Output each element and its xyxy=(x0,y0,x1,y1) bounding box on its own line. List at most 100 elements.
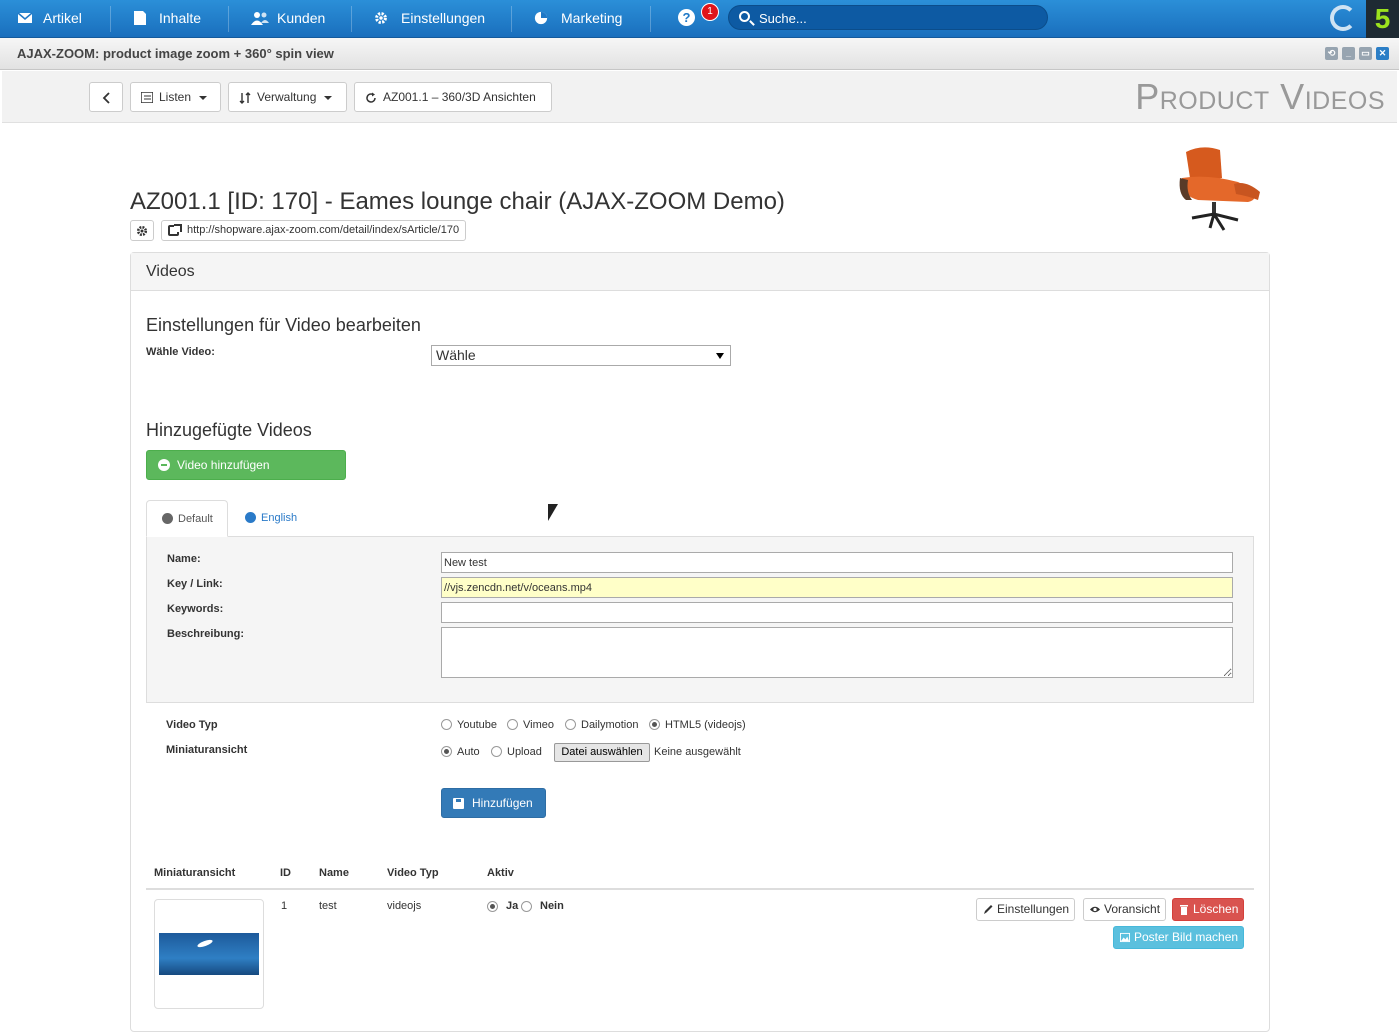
nav-separator xyxy=(110,6,111,32)
gear-icon xyxy=(375,12,387,24)
chevron-down-icon xyxy=(324,95,333,100)
listen-dropdown[interactable]: Listen xyxy=(130,82,221,112)
chevron-down-icon xyxy=(716,353,724,359)
refresh-icon xyxy=(366,92,376,103)
eye-icon xyxy=(1090,906,1100,913)
radio-dailymotion[interactable] xyxy=(565,719,576,730)
tab-english[interactable]: English xyxy=(230,500,310,537)
add-video-button[interactable]: Video hinzufügen xyxy=(146,450,346,480)
help-icon[interactable]: ? xyxy=(678,9,695,26)
radio-thumb-auto[interactable] xyxy=(441,746,452,757)
maximize-window-icon[interactable]: ▭ xyxy=(1359,47,1372,60)
minimize-window-icon[interactable]: _ xyxy=(1342,47,1355,60)
sort-icon xyxy=(239,91,251,104)
picture-icon xyxy=(1120,932,1130,943)
video-thumbnail-image xyxy=(159,933,259,975)
description-label: Beschreibung: xyxy=(167,628,245,640)
top-navigation-bar: Artikel Inhalte Kunden Einstellungen Mar… xyxy=(0,0,1399,38)
choose-video-label: Wähle Video: xyxy=(146,346,215,358)
listen-label: Listen xyxy=(159,90,192,104)
refresh-window-icon[interactable]: ⟲ xyxy=(1325,47,1338,60)
mouse-cursor-icon xyxy=(548,504,558,521)
row-delete-button[interactable]: Löschen xyxy=(1172,898,1245,921)
row-settings-label: Einstellungen xyxy=(997,902,1070,916)
radio-label-html5: HTML5 (videojs) xyxy=(665,719,746,731)
product-title: AZ001.1 [ID: 170] - Eames lounge chair (… xyxy=(130,188,785,215)
search-box[interactable] xyxy=(728,5,1048,30)
keywords-field[interactable] xyxy=(441,602,1233,623)
minus-circle-icon xyxy=(158,459,170,471)
cell-video-type: videojs xyxy=(387,900,422,912)
add-video-label: Video hinzufügen xyxy=(177,458,270,472)
product-image-chair xyxy=(1162,138,1268,236)
radio-thumb-upload[interactable] xyxy=(491,746,502,757)
shopware-5-logo: 5 xyxy=(1366,0,1399,38)
thumbnail-label: Miniaturansicht xyxy=(166,744,248,756)
gear-icon xyxy=(136,225,148,237)
table-header-divider xyxy=(146,888,1254,890)
article-360-button[interactable]: AZ001.1 – 360/3D Ansichten xyxy=(354,82,552,112)
column-header-active: Aktiv xyxy=(487,867,514,879)
settings-heading: Einstellungen für Video bearbeiten xyxy=(146,315,421,335)
save-icon xyxy=(453,798,464,809)
notification-badge[interactable]: 1 xyxy=(701,3,719,21)
pie-chart-icon xyxy=(534,11,548,25)
cell-name: test xyxy=(319,900,337,912)
back-button[interactable] xyxy=(89,82,123,112)
radio-active-yes[interactable] xyxy=(487,901,498,912)
radio-html5[interactable] xyxy=(649,719,660,730)
nav-separator xyxy=(228,6,229,32)
shopware-logo-icon xyxy=(1330,5,1356,31)
trash-icon xyxy=(1180,905,1188,915)
tab-label: Default xyxy=(178,513,213,525)
radio-vimeo[interactable] xyxy=(507,719,518,730)
pencil-icon xyxy=(984,905,993,914)
page-title: Product Videos xyxy=(1135,76,1385,117)
nav-separator xyxy=(650,6,651,32)
globe-icon xyxy=(162,513,173,524)
choose-file-button[interactable]: Datei auswählen xyxy=(554,743,650,762)
users-icon xyxy=(251,12,269,25)
key-link-field[interactable] xyxy=(441,577,1233,598)
product-settings-button[interactable] xyxy=(130,220,154,241)
row-poster-label: Poster Bild machen xyxy=(1134,930,1239,944)
external-link-icon xyxy=(168,224,182,236)
column-header-thumbnail: Miniaturansicht xyxy=(154,867,236,879)
radio-label-youtube: Youtube xyxy=(457,719,497,731)
name-label: Name: xyxy=(167,553,201,565)
nav-separator xyxy=(511,6,512,32)
row-preview-button[interactable]: Voransicht xyxy=(1083,898,1167,921)
radio-active-no[interactable] xyxy=(521,901,532,912)
product-url: http://shopware.ajax-zoom.com/detail/ind… xyxy=(187,224,460,236)
panel-heading: Videos xyxy=(131,253,1269,291)
radio-label-no: Nein xyxy=(540,900,564,912)
radio-label-dailymotion: Dailymotion xyxy=(581,719,639,731)
choose-video-select[interactable]: Wähle xyxy=(431,345,731,366)
keywords-label: Keywords: xyxy=(167,603,224,615)
nav-item-label: Kunden xyxy=(277,10,326,26)
list-icon xyxy=(140,91,154,105)
submit-label: Hinzufügen xyxy=(472,796,533,810)
submit-add-button[interactable]: Hinzufügen xyxy=(441,788,546,818)
envelope-icon xyxy=(17,12,33,23)
verwaltung-dropdown[interactable]: Verwaltung xyxy=(228,82,347,112)
nav-item-label: Marketing xyxy=(561,10,623,26)
video-thumbnail[interactable] xyxy=(154,899,264,1009)
tab-default[interactable]: Default xyxy=(146,500,228,537)
video-type-label: Video Typ xyxy=(166,719,218,731)
row-preview-label: Voransicht xyxy=(1104,902,1161,916)
search-input[interactable] xyxy=(759,9,1039,27)
tab-label: English xyxy=(261,512,298,524)
name-field[interactable] xyxy=(441,552,1233,573)
radio-youtube[interactable] xyxy=(441,719,452,730)
radio-label-yes: Ja xyxy=(506,900,519,912)
row-poster-button[interactable]: Poster Bild machen xyxy=(1113,926,1245,949)
description-textarea[interactable] xyxy=(441,627,1233,678)
close-window-icon[interactable]: ✕ xyxy=(1376,47,1389,60)
column-header-name: Name xyxy=(319,867,349,879)
row-settings-button[interactable]: Einstellungen xyxy=(976,898,1076,921)
nav-item-label: Einstellungen xyxy=(401,10,486,26)
nav-separator xyxy=(351,6,352,32)
product-url-link[interactable]: http://shopware.ajax-zoom.com/detail/ind… xyxy=(161,220,467,241)
module-toolbar: Listen Verwaltung AZ001.1 – 360/3D Ansic… xyxy=(2,71,1397,123)
